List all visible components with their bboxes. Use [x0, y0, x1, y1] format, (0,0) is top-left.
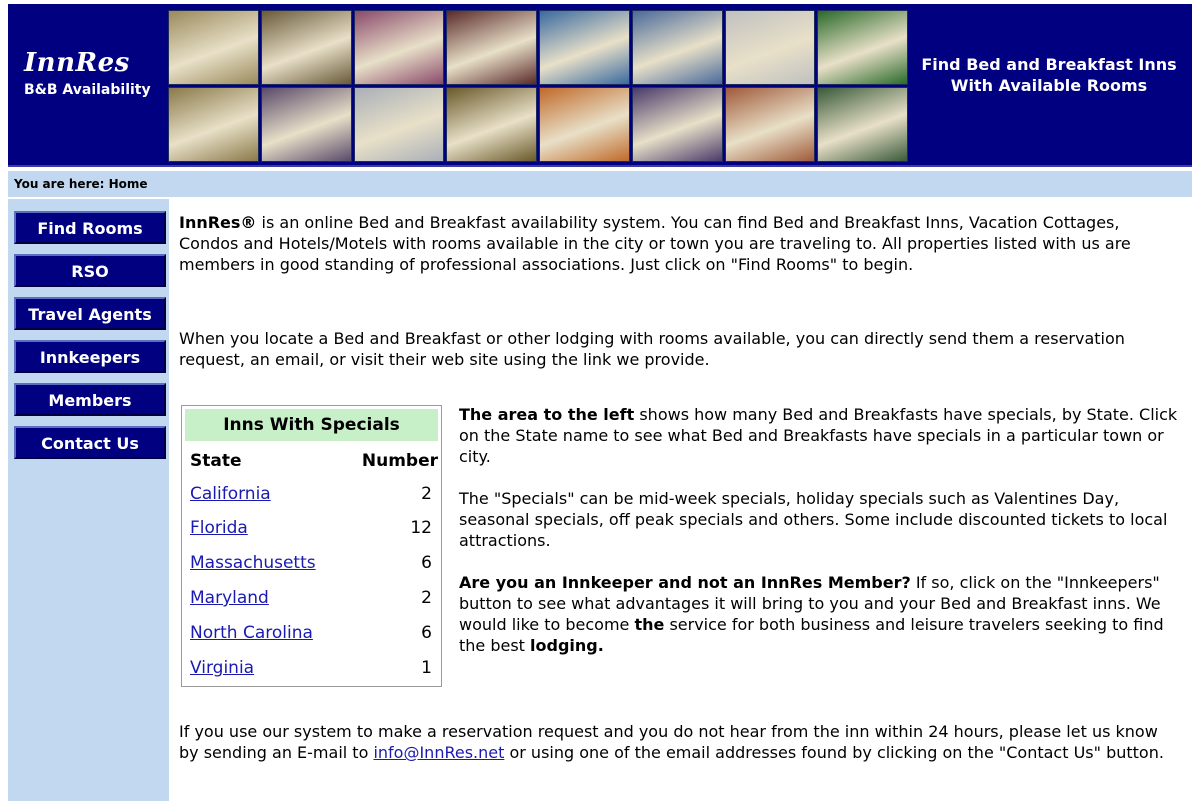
specials-count: 6	[421, 553, 432, 573]
state-link-north-carolina[interactable]: North Carolina	[190, 623, 313, 643]
specials-count: 1	[421, 658, 432, 678]
inn-photo	[260, 10, 352, 85]
inn-photo	[539, 10, 630, 85]
specials-header-row: State Number	[190, 451, 438, 471]
inn-photo	[724, 10, 816, 85]
inn-photo	[446, 10, 537, 85]
specials-types: The "Specials" can be mid-week specials,…	[459, 489, 1168, 550]
specials-count: 12	[410, 518, 432, 538]
site-header: InnRes B&B Availability Find Bed and Bre…	[8, 4, 1192, 167]
state-link-maryland[interactable]: Maryland	[190, 588, 269, 608]
contact-note: If you use our system to make a reservat…	[179, 721, 1179, 763]
header-photo-collage	[168, 10, 908, 162]
email-link[interactable]: info@InnRes.net	[373, 743, 504, 762]
inn-photo	[631, 87, 723, 162]
state-link-california[interactable]: California	[190, 484, 271, 504]
members-button[interactable]: Members	[14, 383, 166, 416]
inn-photo	[817, 87, 908, 162]
logo-subtitle: B&B Availability	[24, 82, 151, 98]
state-link-florida[interactable]: Florida	[190, 518, 248, 538]
table-row: Florida 12	[190, 518, 438, 540]
specials-description: The area to the left shows how many Bed …	[459, 404, 1184, 677]
sidebar-nav: Find Rooms RSO Travel Agents Innkeepers …	[8, 199, 169, 801]
specials-count: 6	[421, 623, 432, 643]
state-column-header: State	[190, 451, 242, 471]
emphasis-text: the	[634, 615, 665, 634]
inn-photo	[260, 87, 352, 162]
table-row: Maryland 2	[190, 588, 438, 610]
header-tagline: Find Bed and Breakfast Inns With Availab…	[921, 55, 1177, 95]
innkeeper-callout: Are you an Innkeeper and not an InnRes M…	[459, 572, 1184, 656]
state-link-virginia[interactable]: Virginia	[190, 658, 254, 678]
inn-photo	[168, 87, 259, 162]
table-row: California 2	[190, 484, 438, 506]
brand-name: InnRes®	[179, 213, 257, 232]
inn-photo	[539, 87, 630, 162]
emphasis-text: Are you an Innkeeper and not an InnRes M…	[459, 573, 911, 592]
state-link-massachusetts[interactable]: Massachusetts	[190, 553, 316, 573]
breadcrumb: You are here: Home	[8, 171, 1192, 197]
emphasis-text: lodging.	[530, 636, 604, 655]
inns-with-specials-table: Inns With Specials State Number Californ…	[181, 405, 442, 687]
intro-paragraph: InnRes® is an online Bed and Breakfast a…	[179, 212, 1179, 275]
table-row: Virginia 1	[190, 658, 438, 680]
rso-button[interactable]: RSO	[14, 254, 166, 287]
inn-photo	[353, 87, 445, 162]
innkeepers-button[interactable]: Innkeepers	[14, 340, 166, 373]
inn-photo	[724, 87, 816, 162]
inn-photo	[353, 10, 445, 85]
breadcrumb-text: You are here: Home	[14, 177, 148, 191]
body-text: or using one of the email addresses foun…	[504, 743, 1164, 762]
specials-title: Inns With Specials	[185, 409, 438, 441]
table-row: North Carolina 6	[190, 623, 438, 645]
intro-text: is an online Bed and Breakfast availabil…	[179, 213, 1131, 274]
logo[interactable]: InnRes B&B Availability	[24, 48, 151, 98]
specials-explanation: The area to the left shows how many Bed …	[459, 404, 1184, 467]
inn-photo	[446, 87, 537, 162]
inn-photo	[168, 10, 259, 85]
logo-title: InnRes	[24, 48, 130, 78]
specials-count: 2	[421, 484, 432, 504]
number-column-header: Number	[361, 451, 438, 471]
contact-us-button[interactable]: Contact Us	[14, 426, 166, 459]
inn-photo	[817, 10, 908, 85]
emphasis-text: The area to the left	[459, 405, 635, 424]
intro-paragraph-2: When you locate a Bed and Breakfast or o…	[179, 329, 1125, 369]
travel-agents-button[interactable]: Travel Agents	[14, 297, 166, 330]
find-rooms-button[interactable]: Find Rooms	[14, 211, 166, 244]
specials-count: 2	[421, 588, 432, 608]
inn-photo	[631, 10, 723, 85]
table-row: Massachusetts 6	[190, 553, 438, 575]
